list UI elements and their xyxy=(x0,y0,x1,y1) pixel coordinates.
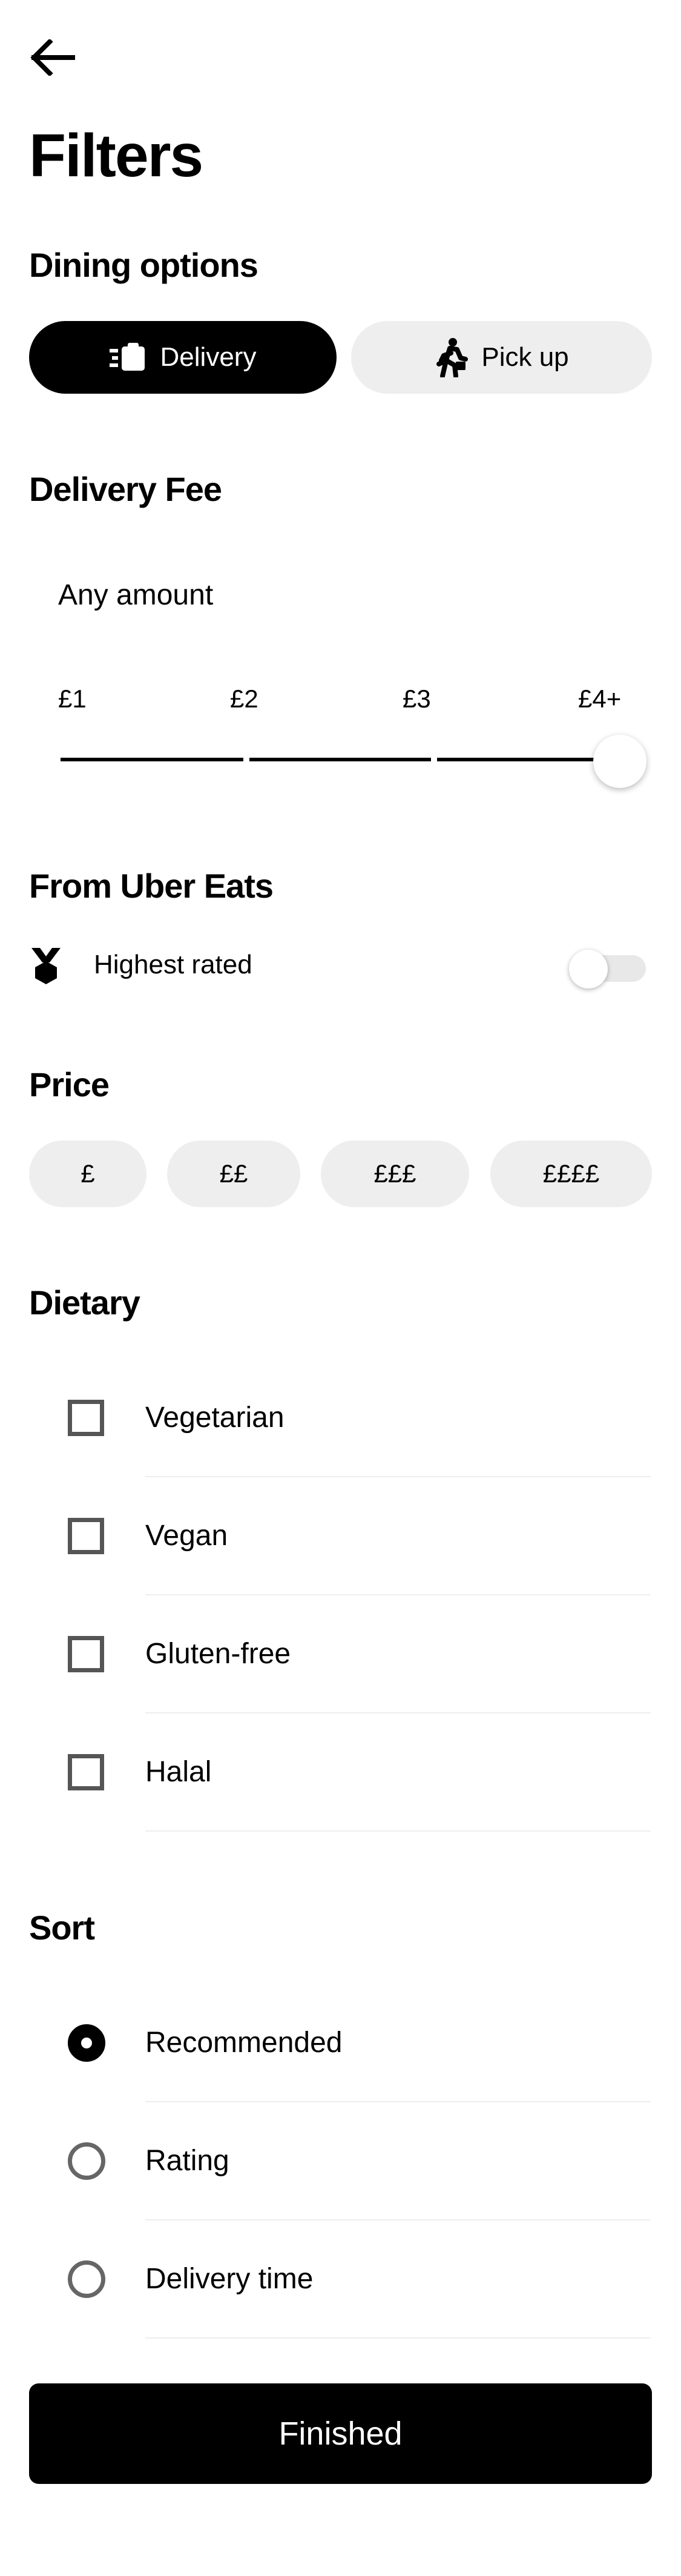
finished-button[interactable]: Finished xyxy=(29,2383,652,2484)
price-heading: Price xyxy=(29,1065,110,1104)
price-option-2[interactable]: ££ xyxy=(167,1141,300,1207)
pickup-option-label: Pick up xyxy=(481,342,569,372)
price-option-1[interactable]: £ xyxy=(29,1141,146,1207)
recommended-radio[interactable] xyxy=(68,2024,105,2062)
delivery-fee-value: Any amount xyxy=(58,579,214,611)
page-title: Filters xyxy=(29,122,203,190)
fee-slider-segment-2[interactable] xyxy=(249,758,431,761)
fee-slider-segment-1[interactable] xyxy=(61,758,243,761)
pickup-option-button[interactable]: Pick up xyxy=(351,321,652,394)
dining-options-heading: Dining options xyxy=(29,246,258,284)
gluten-free-label: Gluten-free xyxy=(145,1638,291,1670)
delivery-time-radio[interactable] xyxy=(68,2260,105,2298)
price-option-3[interactable]: £££ xyxy=(321,1141,469,1207)
delivery-option-button[interactable]: Delivery xyxy=(29,321,337,394)
vegetarian-label: Vegetarian xyxy=(145,1402,285,1434)
back-button[interactable] xyxy=(29,24,102,91)
delivery-time-label: Delivery time xyxy=(145,2263,314,2295)
dietary-heading: Dietary xyxy=(29,1283,140,1322)
fee-tick-2[interactable]: £2 xyxy=(230,684,258,714)
delivery-icon xyxy=(109,343,145,371)
arrow-left-icon xyxy=(30,39,75,76)
vegetarian-checkbox[interactable] xyxy=(68,1400,104,1436)
finished-button-label: Finished xyxy=(278,2415,403,2452)
from-uber-eats-heading: From Uber Eats xyxy=(29,867,274,905)
delivery-option-label: Delivery xyxy=(160,342,257,372)
sort-option-recommended[interactable]: Recommended xyxy=(145,1984,651,2102)
sort-option-delivery-time[interactable]: Delivery time xyxy=(145,2220,651,2339)
sort-heading: Sort xyxy=(29,1909,95,1947)
halal-checkbox[interactable] xyxy=(68,1754,104,1790)
medal-icon xyxy=(31,948,61,984)
dietary-option-halal[interactable]: Halal xyxy=(145,1713,651,1832)
fee-tick-3[interactable]: £3 xyxy=(403,684,431,714)
recommended-label: Recommended xyxy=(145,2027,343,2059)
fee-slider-thumb[interactable] xyxy=(593,735,646,788)
dietary-option-gluten-free[interactable]: Gluten-free xyxy=(145,1595,651,1713)
vegan-checkbox[interactable] xyxy=(68,1518,104,1554)
delivery-fee-heading: Delivery Fee xyxy=(29,470,222,508)
walking-person-icon xyxy=(436,338,469,377)
vegan-label: Vegan xyxy=(145,1520,228,1552)
highest-rated-toggle-knob[interactable] xyxy=(569,950,608,988)
fee-tick-1[interactable]: £1 xyxy=(58,684,87,714)
rating-label: Rating xyxy=(145,2145,229,2177)
dietary-option-vegan[interactable]: Vegan xyxy=(145,1477,651,1595)
sort-option-rating[interactable]: Rating xyxy=(145,2102,651,2220)
fee-slider-segment-3[interactable] xyxy=(437,758,613,761)
dietary-option-vegetarian[interactable]: Vegetarian xyxy=(145,1359,651,1477)
halal-label: Halal xyxy=(145,1756,212,1788)
gluten-free-checkbox[interactable] xyxy=(68,1636,104,1672)
price-option-4[interactable]: ££££ xyxy=(490,1141,652,1207)
highest-rated-label: Highest rated xyxy=(94,950,252,979)
fee-tick-4-plus[interactable]: £4+ xyxy=(578,684,621,714)
rating-radio[interactable] xyxy=(68,2142,105,2180)
